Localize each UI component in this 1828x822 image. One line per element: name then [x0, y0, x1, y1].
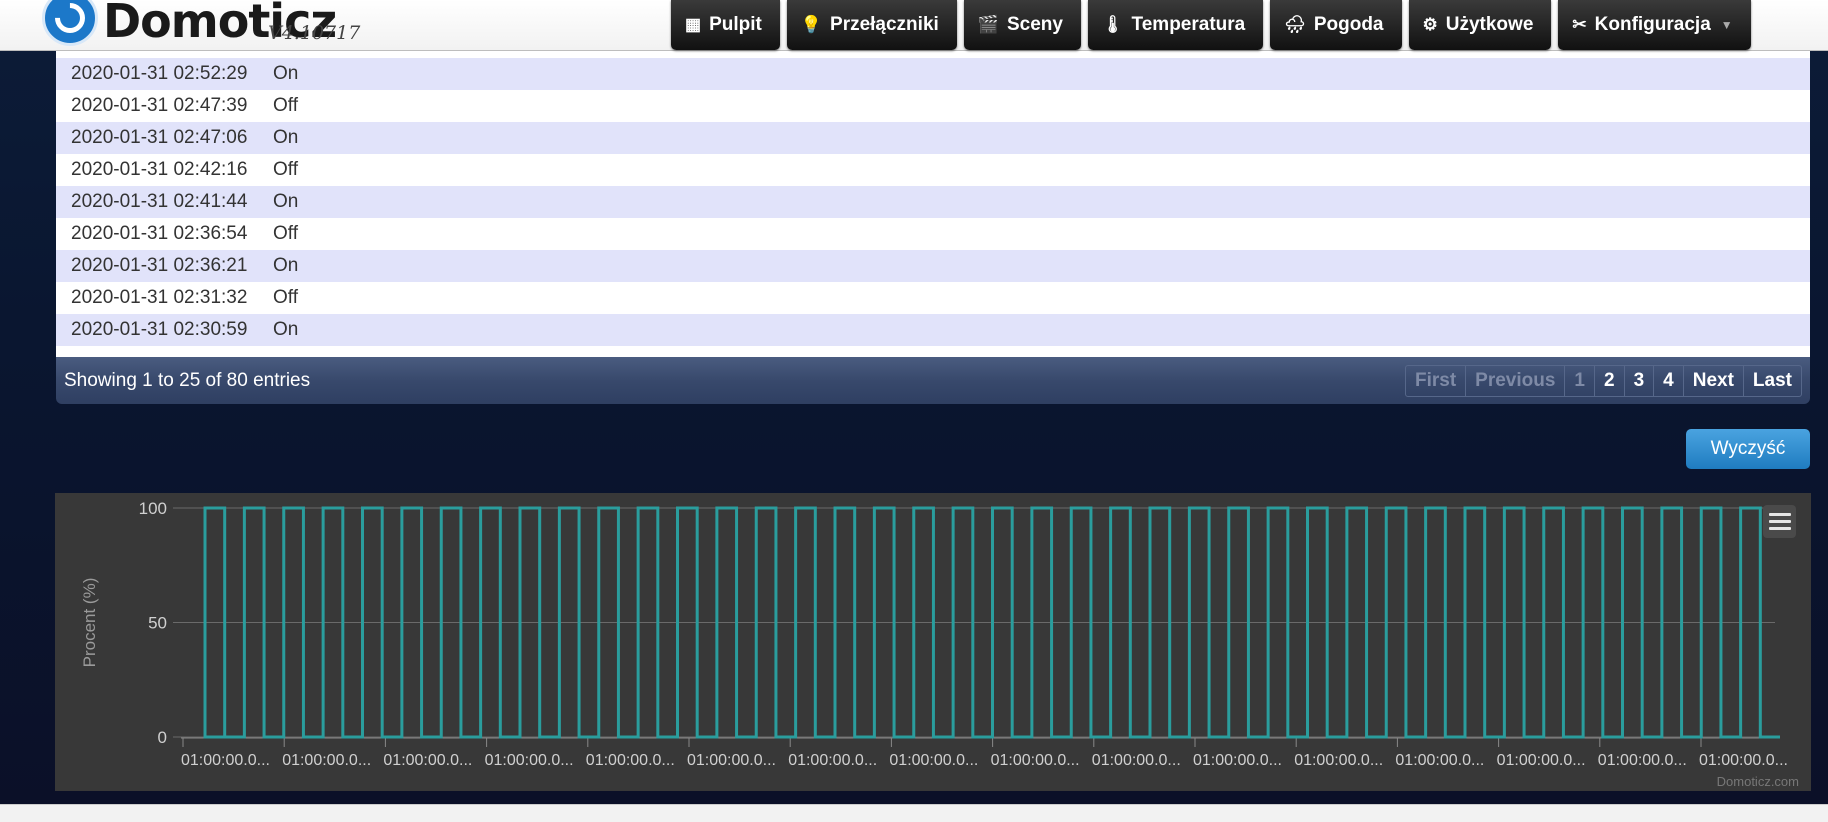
chevron-down-icon: ▼ — [1720, 18, 1733, 32]
clear-log-button[interactable]: Wyczyść — [1686, 429, 1810, 469]
nav-temperatura[interactable]: 🌡 Temperatura — [1087, 0, 1264, 50]
x-tick-label: 01:00:00.0... — [687, 752, 776, 769]
row-status: On — [273, 255, 299, 276]
x-tick-label: 01:00:00.0... — [788, 752, 877, 769]
nav-pulpit[interactable]: ▦ Pulpit — [671, 0, 780, 50]
nav-label: Konfiguracja — [1594, 14, 1711, 35]
x-tick-label: 01:00:00.0... — [1699, 752, 1788, 769]
x-tick-label: 01:00:00.0... — [1497, 752, 1586, 769]
table-row: 2020-01-31 02:30:59 On — [56, 314, 1810, 346]
showing-entries: Showing 1 to 25 of 80 entries — [64, 369, 311, 391]
x-tick-label: 01:00:00.0... — [383, 752, 472, 769]
nav-label: Sceny — [1006, 14, 1063, 35]
table-row: 2020-01-31 02:31:32 Off — [56, 282, 1810, 314]
pager-next[interactable]: Next — [1684, 365, 1744, 396]
row-date: 2020-01-31 02:31:32 — [71, 287, 248, 308]
table-row: 2020-01-31 02:47:06 On — [56, 122, 1810, 154]
x-tick-label: 01:00:00.0... — [586, 752, 675, 769]
nav-użytkowe[interactable]: ⚙ Użytkowe — [1408, 0, 1552, 50]
nav-label: Temperatura — [1131, 14, 1246, 35]
row-status: On — [273, 63, 299, 84]
y-tick-label: 50 — [148, 614, 167, 633]
x-tick-label: 01:00:00.0... — [1092, 752, 1181, 769]
row-date: 2020-01-31 02:36:21 — [71, 255, 248, 276]
row-date: 2020-01-31 02:42:16 — [71, 159, 248, 180]
y-tick-label: 0 — [158, 728, 167, 747]
main-nav: ▦ Pulpit 💡 Przełączniki 🎬 Sceny 🌡 Temperatura 🌧 P… — [671, 0, 1751, 50]
series-line — [203, 506, 1780, 739]
percentage-chart: 0 50 100 Procent (%) 01:00:00.0... 01:00:00.0… — [55, 493, 1811, 791]
table-row: 2020-01-31 02:36:54 Off — [56, 218, 1810, 250]
table-row: 2020-01-31 02:41:44 On — [56, 186, 1810, 218]
table-row: 2020-01-31 02:52:29 On — [56, 58, 1810, 90]
row-date: 2020-01-31 02:47:39 — [71, 95, 248, 116]
top-header: Domoticz V4.10717 ▦ Pulpit 💡 Przełączniki 🎬 S… — [0, 0, 1828, 51]
row-status: On — [273, 191, 299, 212]
x-tick-label: 01:00:00.0... — [889, 752, 978, 769]
row-status: On — [273, 319, 299, 340]
row-date: 2020-01-31 02:47:06 — [71, 127, 248, 148]
chart-credits[interactable]: Domoticz.com — [1717, 774, 1799, 789]
clapperboard-icon: 🎬 — [977, 15, 999, 34]
pager-last[interactable]: Last — [1744, 366, 1801, 396]
row-status: On — [273, 127, 299, 148]
table-row: 2020-01-31 02:47:39 Off — [56, 90, 1810, 122]
nav-pogoda[interactable]: 🌧 Pogoda — [1270, 0, 1402, 50]
y-axis-label: Procent (%) — [80, 578, 99, 668]
utility-icon: ⚙ — [1422, 15, 1438, 34]
y-tick-label: 100 — [139, 499, 167, 518]
x-tick-label: 01:00:00.0... — [991, 752, 1080, 769]
row-status: Off — [273, 95, 298, 116]
pager-page-3[interactable]: 3 — [1625, 365, 1655, 396]
pager-previous[interactable]: Previous — [1466, 365, 1566, 396]
lightbulb-icon: 💡 — [800, 15, 823, 34]
nav-label: Pulpit — [709, 14, 762, 35]
pager-first[interactable]: First — [1406, 365, 1467, 396]
table-row: 2020-01-31 02:42:16 Off — [56, 154, 1810, 186]
nav-przełączniki[interactable]: 💡 Przełączniki — [786, 0, 957, 50]
chart-menu-icon[interactable] — [1763, 505, 1796, 538]
pager-page-2[interactable]: 2 — [1595, 365, 1625, 396]
row-date: 2020-01-31 02:30:59 — [71, 319, 248, 340]
chart-svg: 0 50 100 Procent (%) 01:00:00.0... 01:00:00.0… — [80, 499, 1788, 769]
bottom-strip — [0, 804, 1828, 822]
x-tick-label: 01:00:00.0... — [485, 752, 574, 769]
dashboard-icon: ▦ — [685, 15, 702, 34]
pager-page-1[interactable]: 1 — [1565, 365, 1595, 396]
row-date: 2020-01-31 02:52:29 — [71, 63, 248, 84]
x-tick-label: 01:00:00.0... — [282, 752, 371, 769]
tools-icon: ✂ — [1572, 15, 1587, 34]
row-date: 2020-01-31 02:36:54 — [71, 223, 248, 244]
x-tick-label: 01:00:00.0... — [1598, 752, 1687, 769]
nav-label: Użytkowe — [1445, 14, 1534, 35]
table-footer: Showing 1 to 25 of 80 entries First Prev… — [56, 357, 1810, 404]
x-tick-label: 01:00:00.0... — [181, 752, 270, 769]
pager-page-4[interactable]: 4 — [1654, 365, 1684, 396]
row-status: Off — [273, 159, 298, 180]
log-table: 2020-01-31 02:53:01Off2020-01-31 02:52:2… — [56, 40, 1810, 357]
nav-label: Pogoda — [1313, 14, 1384, 35]
x-tick-label: 01:00:00.0... — [1294, 752, 1383, 769]
row-date: 2020-01-31 02:41:44 — [71, 191, 248, 212]
brand-version: V4.10717 — [268, 22, 361, 44]
cloud-icon: 🌧 — [1284, 15, 1306, 34]
x-tick-label: 01:00:00.0... — [1193, 752, 1282, 769]
nav-label: Przełączniki — [830, 14, 939, 35]
pagination: First Previous 1 2 3 4 Next Last — [1404, 364, 1802, 397]
row-status: Off — [273, 287, 298, 308]
nav-sceny[interactable]: 🎬 Sceny — [963, 0, 1081, 50]
x-tick-label: 01:00:00.0... — [1395, 752, 1484, 769]
row-status: Off — [273, 223, 298, 244]
thermometer-icon: 🌡 — [1101, 15, 1124, 34]
domoticz-logo-icon[interactable] — [42, 0, 98, 46]
nav-konfiguracja[interactable]: ✂ Konfiguracja ▼ — [1558, 0, 1751, 50]
table-row: 2020-01-31 02:36:21 On — [56, 250, 1810, 282]
